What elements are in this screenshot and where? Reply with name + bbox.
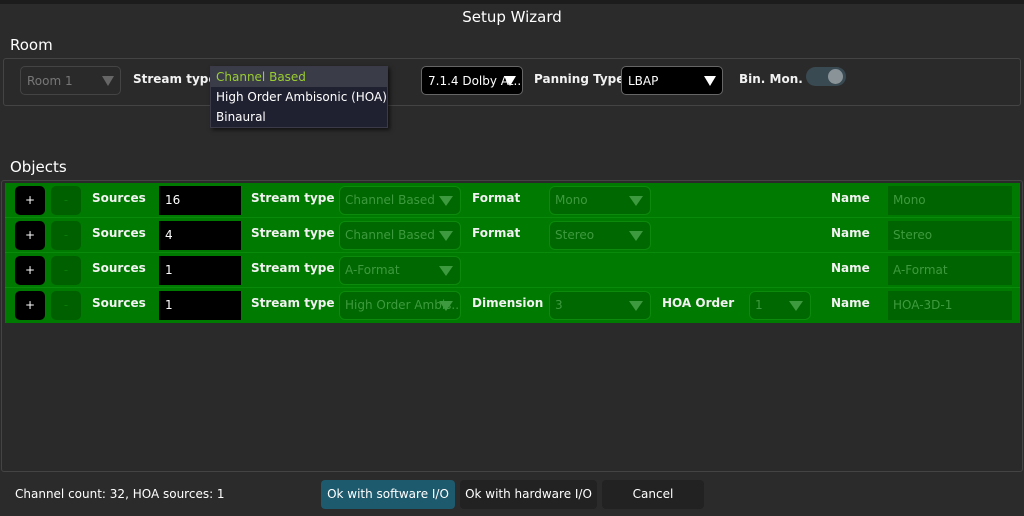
sources-input[interactable]: 4 — [159, 221, 241, 250]
stream-type-select[interactable]: High Order Ambis.. — [339, 291, 461, 320]
name-label: Name — [831, 261, 870, 275]
chevron-down-icon — [439, 196, 453, 206]
format-select[interactable]: 7.1.4 Dolby At.. — [421, 66, 523, 95]
bin-mon-label: Bin. Mon. — [739, 72, 803, 86]
select-value: Mono — [555, 193, 588, 207]
sources-input[interactable]: 1 — [159, 291, 241, 320]
chevron-down-icon — [789, 301, 803, 311]
sources-label: Sources — [92, 191, 146, 205]
sources-label: Sources — [92, 296, 146, 310]
name-label: Name — [831, 226, 870, 240]
sources-label: Sources — [92, 261, 146, 275]
format-label: Format — [472, 191, 521, 205]
remove-button[interactable]: - — [51, 186, 81, 215]
stream-type-label: Stream type — [251, 191, 335, 205]
name-label: Name — [831, 191, 870, 205]
object-row: + - Sources 1 Stream type High Order Amb… — [5, 288, 1020, 323]
chevron-down-icon — [439, 266, 453, 276]
remove-button[interactable]: - — [51, 291, 81, 320]
chevron-down-icon — [439, 301, 453, 311]
ok-hardware-io-button[interactable]: Ok with hardware I/O — [460, 480, 597, 509]
name-input[interactable]: HOA-3D-1 — [888, 291, 1012, 320]
status-text: Channel count: 32, HOA sources: 1 — [15, 487, 225, 501]
room-select-value: Room 1 — [27, 73, 73, 88]
chevron-down-icon — [629, 301, 643, 311]
room-heading: Room — [10, 36, 53, 54]
format-select[interactable]: Stereo — [549, 221, 651, 250]
name-label: Name — [831, 296, 870, 310]
stream-type-select[interactable]: Channel Based — [339, 186, 461, 215]
room-select[interactable]: Room 1 — [20, 66, 121, 95]
object-row: + - Sources 16 Stream type Channel Based… — [5, 183, 1020, 218]
stream-type-dropdown-menu: Channel Based High Order Ambisonic (HOA)… — [210, 66, 388, 128]
hoa-order-label: HOA Order — [662, 296, 735, 310]
chevron-down-icon — [629, 196, 643, 206]
dimension-select[interactable]: 3 — [549, 291, 651, 320]
panning-type-label: Panning Type — [534, 72, 625, 86]
sources-input[interactable]: 1 — [159, 256, 241, 285]
remove-button[interactable]: - — [51, 221, 81, 250]
stream-type-label: Stream type — [251, 261, 335, 275]
dialog-title: Setup Wizard — [462, 8, 562, 26]
add-button[interactable]: + — [15, 291, 45, 320]
objects-heading: Objects — [10, 158, 67, 176]
chevron-down-icon — [704, 76, 716, 86]
add-button[interactable]: + — [15, 221, 45, 250]
add-button[interactable]: + — [15, 186, 45, 215]
name-input[interactable]: Stereo — [888, 221, 1012, 250]
chevron-down-icon — [504, 76, 516, 86]
select-value: Channel Based — [345, 193, 435, 207]
select-value: 1 — [755, 298, 763, 312]
add-button[interactable]: + — [15, 256, 45, 285]
menu-item-binaural[interactable]: Binaural — [211, 107, 387, 127]
menu-item-channel-based[interactable]: Channel Based — [211, 67, 387, 87]
select-value: A-Format — [345, 263, 400, 277]
stream-type-label: Stream type — [251, 296, 335, 310]
hoa-order-select[interactable]: 1 — [749, 291, 811, 320]
format-label: Format — [472, 226, 521, 240]
chevron-down-icon — [439, 231, 453, 241]
sources-input[interactable]: 16 — [159, 186, 241, 215]
sources-label: Sources — [92, 226, 146, 240]
stream-type-select[interactable]: Channel Based — [339, 221, 461, 250]
format-select[interactable]: Mono — [549, 186, 651, 215]
stream-type-label: Stream type — [251, 226, 335, 240]
cancel-button[interactable]: Cancel — [602, 480, 704, 509]
chevron-down-icon — [102, 76, 114, 86]
name-input[interactable]: Mono — [888, 186, 1012, 215]
stream-type-select[interactable]: A-Format — [339, 256, 461, 285]
object-row: + - Sources 4 Stream type Channel Based … — [5, 218, 1020, 253]
objects-list: + - Sources 16 Stream type Channel Based… — [5, 183, 1020, 323]
select-value: 3 — [555, 298, 563, 312]
toggle-knob — [828, 69, 843, 84]
select-value: Stereo — [555, 228, 595, 242]
panning-type-select[interactable]: LBAP — [621, 66, 723, 95]
select-value: Channel Based — [345, 228, 435, 242]
menu-item-hoa[interactable]: High Order Ambisonic (HOA) — [211, 87, 387, 107]
remove-button[interactable]: - — [51, 256, 81, 285]
object-row: + - Sources 1 Stream type A-Format Name … — [5, 253, 1020, 288]
dimension-label: Dimension — [472, 296, 544, 310]
name-input[interactable]: A-Format — [888, 256, 1012, 285]
window-top-strip — [0, 0, 1024, 4]
panning-select-value: LBAP — [628, 73, 659, 88]
stream-type-label: Stream type — [133, 72, 217, 86]
ok-software-io-button[interactable]: Ok with software I/O — [321, 480, 455, 509]
bin-mon-toggle[interactable] — [806, 67, 846, 86]
chevron-down-icon — [629, 231, 643, 241]
